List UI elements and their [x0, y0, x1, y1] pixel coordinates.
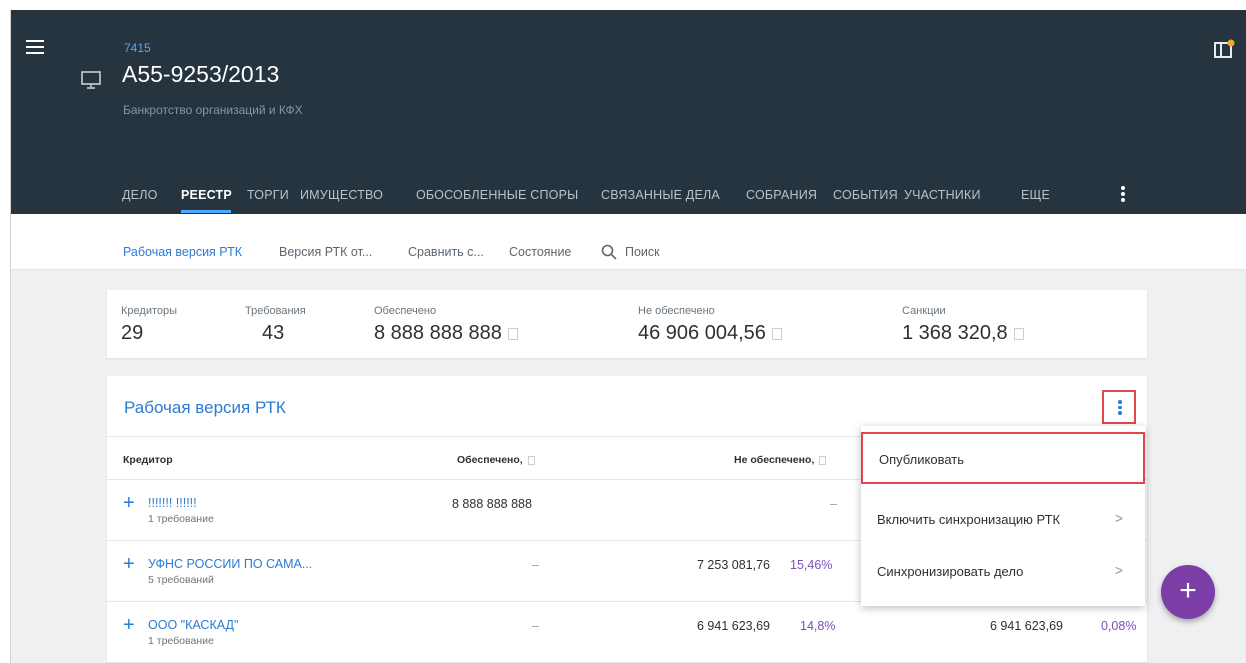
stat-value-sanctions: 1 368 320,8: [902, 322, 1008, 344]
case-tabs: ДЕЛО РЕЕСТР ТОРГИ ИМУЩЕСТВО ОБОСОБЛЕННЫЕ…: [11, 178, 1246, 214]
secured-value: –: [532, 619, 539, 633]
expand-plus-icon[interactable]: +: [123, 615, 135, 635]
case-category: Банкротство организаций и КФХ: [123, 103, 303, 117]
subnav-version-from[interactable]: Версия РТК от...: [279, 245, 372, 259]
stat-label-sanctions: Санкции: [902, 305, 946, 317]
stat-label-claims: Требования: [245, 305, 306, 317]
creditor-name[interactable]: !!!!!!! !!!!!!: [148, 496, 197, 510]
stat-value-secured: 8 888 888 888: [374, 322, 502, 344]
search-icon[interactable]: [601, 244, 617, 260]
card-context-menu: Опубликовать Включить синхронизацию РТК …: [861, 426, 1145, 606]
active-tab-indicator: [181, 210, 231, 213]
card-title: Рабочая версия РТК: [124, 398, 286, 417]
stat-label-creditors: Кредиторы: [121, 305, 178, 317]
unsecured-value: 7 253 081,76: [697, 558, 770, 572]
tab-delo[interactable]: ДЕЛО: [122, 188, 158, 202]
menu-item-sync-case[interactable]: Синхронизировать дело >: [861, 546, 1145, 598]
menu-item-label: Синхронизировать дело: [877, 564, 1024, 579]
creditor-claims: 5 требований: [148, 574, 214, 586]
stat-label-unsecured: Не обеспечено: [638, 305, 715, 317]
chevron-right-icon: >: [1114, 562, 1123, 578]
add-fab-button[interactable]: +: [1161, 565, 1215, 619]
subnav-compare[interactable]: Сравнить с...: [408, 245, 484, 259]
unsecured-value: –: [830, 497, 837, 511]
expand-plus-icon[interactable]: +: [123, 554, 135, 574]
copy-icon[interactable]: [527, 455, 535, 465]
tab-imushchestvo[interactable]: ИМУЩЕСТВО: [300, 188, 383, 202]
registry-summary: Кредиторы 29 Требования 43 Обеспечено 8 …: [107, 290, 1147, 358]
chevron-right-icon: >: [1114, 510, 1123, 526]
menu-item-label: Включить синхронизацию РТК: [877, 512, 1061, 527]
copy-icon[interactable]: [507, 327, 518, 340]
tab-torgi[interactable]: ТОРГИ: [247, 188, 289, 202]
unsecured-percent: 14,8%: [800, 619, 836, 633]
col-secured: Обеспечено,: [457, 454, 526, 466]
menu-icon[interactable]: [26, 40, 44, 54]
menu-item-enable-sync[interactable]: Включить синхронизацию РТК >: [861, 494, 1145, 546]
copy-icon[interactable]: [819, 455, 827, 465]
tab-uchastniki[interactable]: УЧАСТНИКИ: [904, 188, 981, 202]
search-input[interactable]: Поиск: [625, 245, 660, 259]
copy-icon[interactable]: [771, 327, 782, 340]
menu-item-publish[interactable]: Опубликовать: [861, 432, 1145, 484]
tab-sobytiya[interactable]: СОБЫТИЯ: [833, 188, 898, 202]
menu-item-label: Опубликовать: [879, 452, 965, 467]
tab-eshche[interactable]: ЕЩЕ: [1021, 188, 1050, 202]
stat-label-secured: Обеспечено: [374, 305, 437, 317]
tab-spory[interactable]: ОБОСОБЛЕННЫЕ СПОРЫ: [416, 188, 578, 202]
case-header: 7415 А55-9253/2013 Банкротство организац…: [11, 10, 1246, 214]
tab-sobraniya[interactable]: СОБРАНИЯ: [746, 188, 817, 202]
stat-value-creditors: 29: [121, 322, 144, 344]
tab-reestr[interactable]: РЕЕСТР: [181, 188, 232, 202]
secured-value: –: [532, 558, 539, 572]
col-creditor: Кредитор: [123, 454, 173, 466]
panel-notification-icon[interactable]: [1214, 39, 1236, 59]
creditor-claims: 1 требование: [148, 635, 214, 647]
expand-plus-icon[interactable]: +: [123, 493, 135, 513]
copy-icon[interactable]: [1013, 327, 1024, 340]
stat-value-unsecured: 46 906 004,56: [638, 322, 766, 344]
case-number: 7415: [124, 41, 151, 55]
creditor-claims: 1 требование: [148, 513, 214, 525]
stat-value-claims: 43: [262, 322, 285, 344]
subnav-working-version[interactable]: Рабочая версия РТК: [123, 245, 242, 259]
card-more-button[interactable]: [1102, 390, 1136, 424]
table-row[interactable]: + ООО "КАСКАД" 1 требование – 6 941 623,…: [107, 602, 1147, 663]
registry-subnav: Рабочая версия РТК Версия РТК от... Срав…: [11, 214, 1246, 270]
secured-value: 8 888 888 888: [452, 497, 532, 511]
creditor-name[interactable]: ООО "КАСКАД": [148, 618, 238, 632]
subnav-state[interactable]: Состояние: [509, 245, 571, 259]
tab-svyazannye[interactable]: СВЯЗАННЫЕ ДЕЛА: [601, 188, 720, 202]
unsecured-value: 6 941 623,69: [697, 619, 770, 633]
monitor-icon: [81, 71, 101, 89]
unsecured-percent: 15,46%: [790, 558, 833, 572]
more-vert-icon: [1117, 398, 1123, 417]
extra-percent: 0,08%: [1101, 619, 1137, 633]
extra-value: 6 941 623,69: [990, 619, 1063, 633]
app-frame: 7415 А55-9253/2013 Банкротство организац…: [10, 10, 1246, 663]
case-title: А55-9253/2013: [122, 61, 280, 87]
more-vert-icon[interactable]: [1115, 184, 1131, 208]
creditor-name[interactable]: УФНС РОССИИ ПО САМА...: [148, 557, 312, 571]
col-unsecured: Не обеспечено,: [734, 454, 818, 466]
